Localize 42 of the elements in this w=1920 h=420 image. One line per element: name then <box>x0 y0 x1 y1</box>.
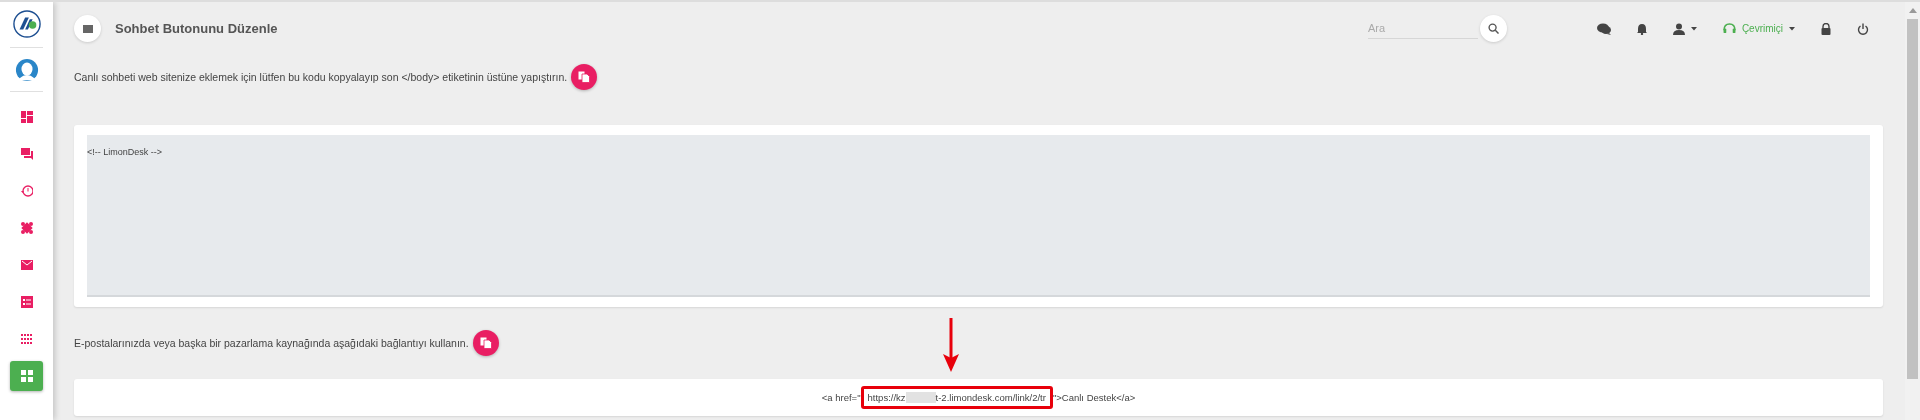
grid-icon <box>20 333 33 345</box>
bell-icon[interactable] <box>1636 22 1647 35</box>
sidebar-item[interactable] <box>10 361 43 391</box>
widget-icon <box>20 370 33 382</box>
page-title: Sohbet Butonunu Düzenle <box>115 21 278 36</box>
arrow-annotation <box>941 318 961 372</box>
user-menu[interactable] <box>1672 22 1697 35</box>
lock-icon[interactable] <box>1821 22 1831 35</box>
history-icon <box>20 185 33 197</box>
copy-button[interactable] <box>571 64 598 90</box>
chat-icon <box>20 148 33 160</box>
scroll-up-icon[interactable] <box>1908 8 1917 13</box>
list-icon <box>20 296 33 308</box>
copy-button[interactable] <box>472 330 499 356</box>
code-area[interactable]: <!-- LimonDesk --> <box>87 135 1870 297</box>
caret-icon <box>1690 26 1697 31</box>
code-text: ">Canlı Destek</a> <box>1052 392 1136 403</box>
dashboard-icon <box>20 111 33 123</box>
copy-icon <box>578 71 591 83</box>
puzzle-icon <box>20 222 33 234</box>
search-icon <box>1487 23 1499 34</box>
copy-icon <box>479 337 492 349</box>
search-field[interactable]: Ara <box>1367 18 1478 39</box>
logo-icon <box>12 10 41 38</box>
code-text: <a href=" <box>821 392 861 403</box>
menu-icon <box>82 24 93 33</box>
code-text: <!-- LimonDesk --> <box>87 147 163 157</box>
avatar-icon[interactable] <box>14 58 39 82</box>
url-text: t-2.limondesk.com/link/2/tr <box>935 392 1046 403</box>
scrollbar-thumb[interactable] <box>1907 19 1918 379</box>
instruction-text: Canlı sohbeti web sitenize eklemek için lütfen bu kodu kopyalayıp son </body> etiketinin üstüne yapıştırın. <box>74 71 568 83</box>
caret-icon <box>1789 26 1795 31</box>
url-text: https://kz <box>867 392 906 403</box>
chat-icon[interactable] <box>1596 22 1611 35</box>
headset-icon <box>1722 23 1736 34</box>
redaction <box>905 392 936 403</box>
power-icon[interactable] <box>1857 22 1869 35</box>
user-icon <box>1672 22 1685 35</box>
instruction-text: E-postalarınızda veya başka bir pazarlama kaynağında aşağıdaki bağlantıyı kullanın. <box>74 337 469 349</box>
search-button[interactable] <box>1479 15 1507 42</box>
mail-icon <box>20 259 33 271</box>
menu-button[interactable] <box>74 15 101 42</box>
